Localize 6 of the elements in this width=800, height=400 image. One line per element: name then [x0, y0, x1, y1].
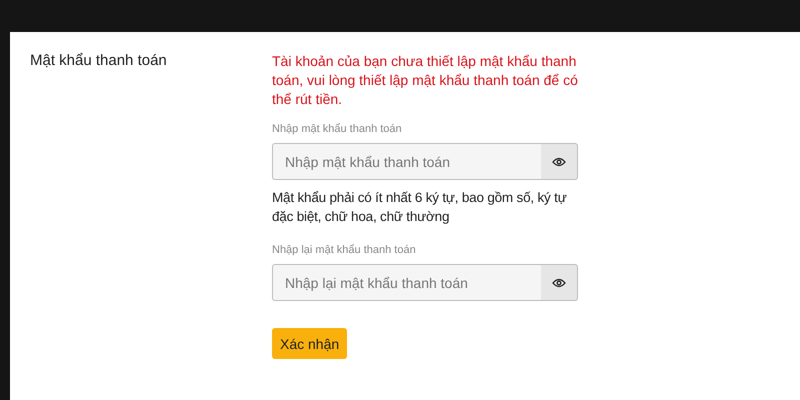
warning-message: Tài khoản của bạn chưa thiết lập mật khẩu thanh toán, vui lòng thiết lập mật khẩu thanh toán để có thể rút tiền. [272, 52, 578, 109]
field-label: Nhập lại mật khẩu thanh toán [272, 244, 417, 256]
confirm-button[interactable]: Xác nhận [272, 328, 348, 359]
field-label: Nhập mật khẩu thanh toán [272, 123, 403, 135]
section-title: Mật khẩu thanh toán [30, 52, 167, 69]
password-hint: Mật khẩu phải có ít nhất 6 ký tự, bao gồm số, ký tự đặc biệt, chữ hoa, chữ thường [272, 189, 568, 226]
